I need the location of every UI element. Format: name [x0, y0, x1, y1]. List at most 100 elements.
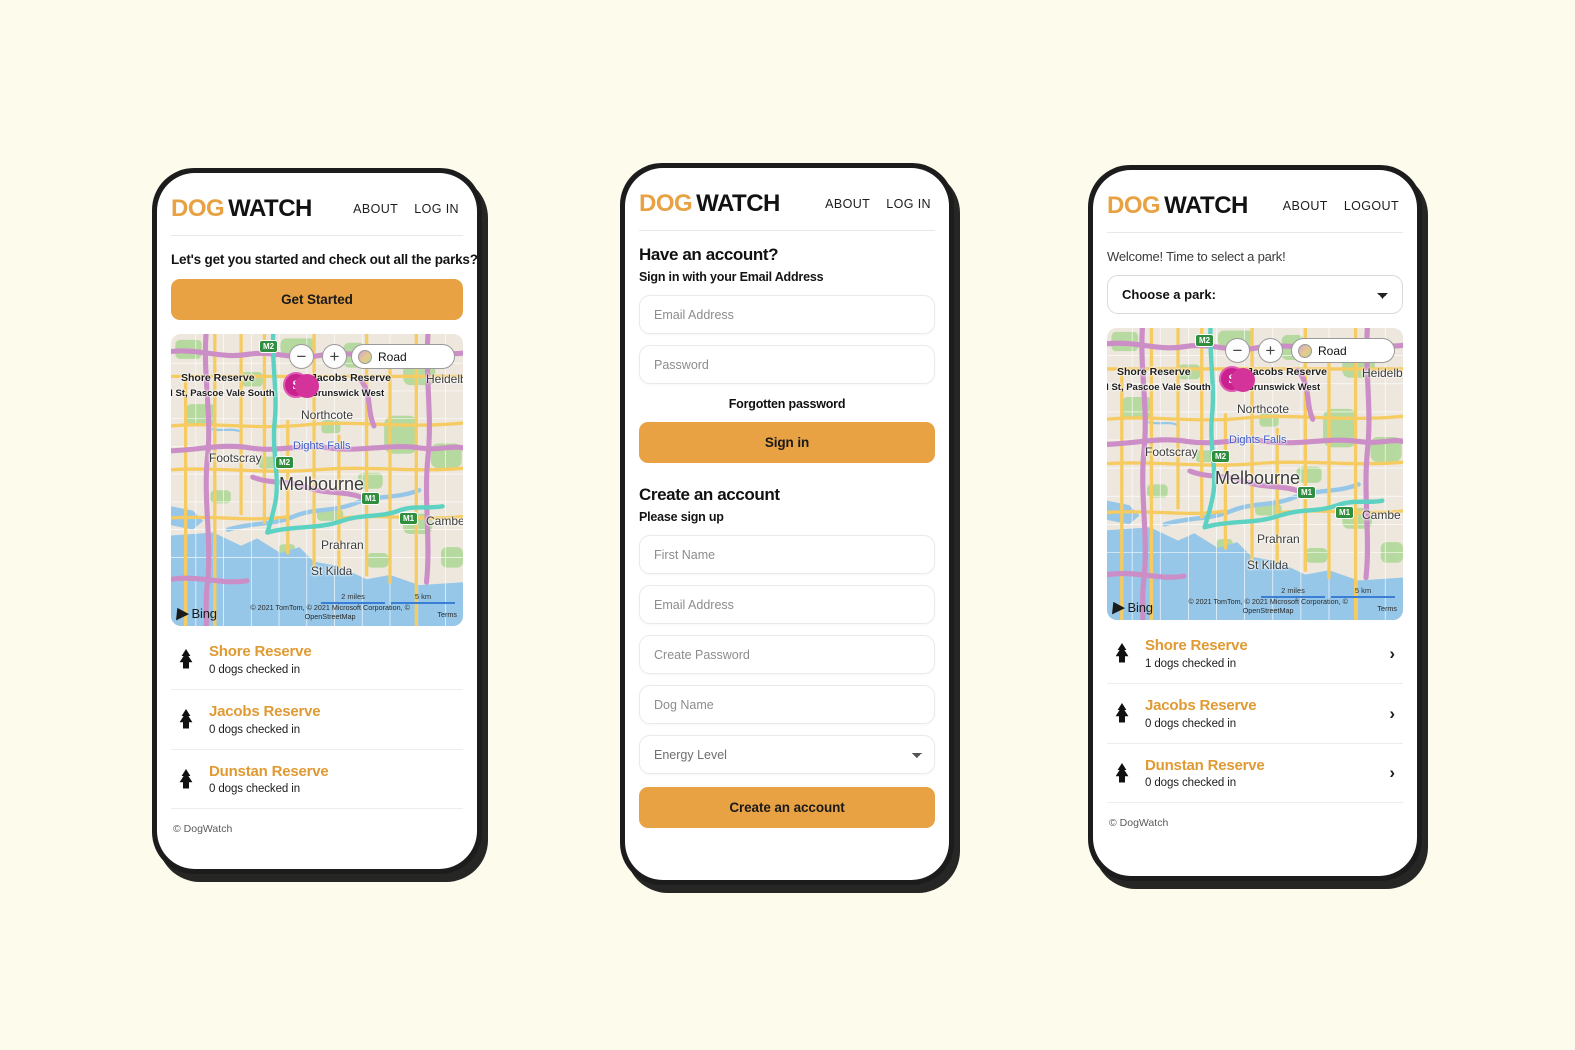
- map-style-selector[interactable]: Road: [1291, 338, 1395, 363]
- park-dog-count: 0 dogs checked in: [209, 723, 301, 736]
- park-list-item-jacobs[interactable]: Jacobs Reserve 0 dogs checked in ›: [1107, 684, 1403, 744]
- map-label-st-kilda: St Kilda: [311, 564, 353, 578]
- highway-shield-m1-b: M1: [1335, 506, 1355, 519]
- map-label-dights-falls: Dights Falls: [293, 440, 351, 452]
- logo-dog: DOG: [171, 195, 225, 222]
- park-dog-count: 0 dogs checked in: [1145, 777, 1237, 790]
- header: DOG WATCH ABOUT LOGOUT: [1107, 170, 1403, 233]
- park-list-item-shore[interactable]: Shore Reserve 0 dogs checked in: [171, 630, 463, 690]
- park-dog-count: 0 dogs checked in: [209, 663, 301, 676]
- intro-text: Let's get you started and check out all …: [171, 252, 477, 267]
- scale-km-label: 5 km: [1354, 586, 1372, 595]
- highway-shield-m2-west: M2: [1211, 450, 1231, 463]
- energy-level-select[interactable]: Energy Level: [639, 735, 935, 774]
- nav-login[interactable]: LOG IN: [886, 197, 931, 211]
- map-zoom-controls[interactable]: − +: [1225, 338, 1283, 363]
- map-style-label: Road: [378, 349, 407, 364]
- map-label-heidelberg: Heidelb: [426, 372, 463, 386]
- header: DOG WATCH ABOUT LOG IN: [639, 168, 935, 231]
- map-label-footscray: Footscray: [209, 451, 262, 465]
- map-label-shore-reserve: Shore Reserve: [181, 372, 255, 384]
- chevron-right-icon[interactable]: ›: [1389, 705, 1401, 722]
- map-label-camberwell: Cambe: [1362, 508, 1401, 522]
- globe-icon: [358, 349, 372, 364]
- map-label-melbourne: Melbourne: [279, 474, 365, 494]
- map-label-dights-falls: Dights Falls: [1229, 434, 1287, 446]
- map-scalebar: 2 miles 5 km: [1261, 586, 1395, 598]
- logo-dog: DOG: [1107, 192, 1161, 219]
- tree-icon: [1111, 762, 1133, 784]
- map-pin-cluster[interactable]: S: [1219, 366, 1255, 392]
- park-dog-count: 0 dogs checked in: [1145, 717, 1237, 730]
- park-list: Shore Reserve 1 dogs checked in › Jacobs…: [1107, 624, 1403, 804]
- map-label-st-kilda: St Kilda: [1247, 558, 1289, 572]
- signin-title: Have an account?: [639, 245, 779, 264]
- zoom-out-button[interactable]: −: [289, 344, 314, 369]
- park-dog-count: 1 dogs checked in: [1145, 657, 1237, 670]
- logo-watch: WATCH: [228, 195, 312, 222]
- map-label-shore-sub: d St, Pascoe Vale South: [1107, 382, 1211, 393]
- map-container[interactable]: M2 M2 M1 M1 Shore Reserve d St, Pascoe V…: [1107, 328, 1403, 620]
- map-label-northcote: Northcote: [301, 408, 354, 422]
- map-style-label: Road: [1318, 343, 1347, 358]
- get-started-button[interactable]: Get Started: [171, 279, 463, 320]
- park-select-dropdown[interactable]: Choose a park:: [1107, 275, 1403, 314]
- highway-shield-m1-b: M1: [399, 512, 419, 525]
- signin-section: Have an account? Sign in with your Email…: [639, 231, 935, 463]
- phone-mockup-home: DOG WATCH ABOUT LOG IN Let's get you star…: [152, 168, 482, 874]
- signup-password-input[interactable]: [639, 635, 935, 674]
- map-label-heidelberg: Heidelb: [1362, 366, 1403, 380]
- map-container[interactable]: M2 M2 M1 M1 Shore Reserve d St, Pascoe V…: [171, 334, 463, 626]
- map-label-jacobs-sub: Brunswick West: [311, 388, 385, 399]
- map-label-camberwell: Cambe: [426, 514, 463, 528]
- nav-logout[interactable]: LOGOUT: [1344, 199, 1399, 213]
- main-nav: ABOUT LOG IN: [825, 197, 935, 211]
- map-pin-cluster[interactable]: S: [283, 372, 319, 398]
- park-list-item-shore[interactable]: Shore Reserve 1 dogs checked in ›: [1107, 624, 1403, 684]
- signup-email-input[interactable]: [639, 585, 935, 624]
- nav-about[interactable]: ABOUT: [1283, 199, 1328, 213]
- map-label-melbourne: Melbourne: [1215, 468, 1301, 488]
- map-scalebar: 2 miles 5 km: [321, 592, 455, 604]
- park-list-item-dunstan[interactable]: Dunstan Reserve 0 dogs checked in ›: [1107, 744, 1403, 804]
- nav-about[interactable]: ABOUT: [825, 197, 870, 211]
- globe-icon: [1298, 343, 1312, 358]
- park-name: Dunstan Reserve: [209, 762, 329, 780]
- forgot-password-link[interactable]: Forgotten password: [639, 397, 935, 411]
- logo-dog: DOG: [639, 190, 693, 217]
- tree-icon: [175, 648, 197, 670]
- map-label-prahran: Prahran: [321, 538, 364, 552]
- footer-copyright: © DogWatch: [1109, 817, 1169, 830]
- phone-mockup-auth: DOG WATCH ABOUT LOG IN Have an account? S…: [620, 163, 954, 885]
- nav-about[interactable]: ABOUT: [353, 202, 398, 216]
- signup-dog-name-input[interactable]: [639, 685, 935, 724]
- signup-first-name-input[interactable]: [639, 535, 935, 574]
- chevron-right-icon[interactable]: ›: [1389, 764, 1401, 781]
- signin-subtitle: Sign in with your Email Address: [639, 270, 824, 284]
- map-style-selector[interactable]: Road: [351, 344, 455, 369]
- phone-mockup-loggedin: DOG WATCH ABOUT LOGOUT Welcome! Time to s…: [1088, 165, 1422, 881]
- map-label-shore-sub: d St, Pascoe Vale South: [171, 388, 275, 399]
- signin-password-input[interactable]: [639, 345, 935, 384]
- map-label-jacobs-reserve: Jacobs Reserve: [1247, 366, 1327, 378]
- map-zoom-controls[interactable]: − +: [289, 344, 347, 369]
- zoom-in-button[interactable]: +: [1258, 338, 1283, 363]
- nav-login[interactable]: LOG IN: [414, 202, 459, 216]
- tree-icon: [175, 708, 197, 730]
- tree-icon: [175, 768, 197, 790]
- app-logo: DOG WATCH: [639, 190, 780, 218]
- park-list-item-jacobs[interactable]: Jacobs Reserve 0 dogs checked in: [171, 690, 463, 750]
- signin-email-input[interactable]: [639, 295, 935, 334]
- park-list-item-dunstan[interactable]: Dunstan Reserve 0 dogs checked in: [171, 750, 463, 810]
- create-account-button[interactable]: Create an account: [639, 787, 935, 828]
- signin-button[interactable]: Sign in: [639, 422, 935, 463]
- chevron-right-icon[interactable]: ›: [1389, 645, 1401, 662]
- zoom-in-button[interactable]: +: [322, 344, 347, 369]
- signup-section: Create an account Please sign up Energy …: [639, 463, 935, 828]
- signup-title: Create an account: [639, 485, 780, 504]
- zoom-out-button[interactable]: −: [1225, 338, 1250, 363]
- map-label-northcote: Northcote: [1237, 402, 1290, 416]
- logo-watch: WATCH: [1164, 192, 1248, 219]
- map-pin-shadow: [1231, 368, 1255, 392]
- park-name: Shore Reserve: [209, 643, 312, 660]
